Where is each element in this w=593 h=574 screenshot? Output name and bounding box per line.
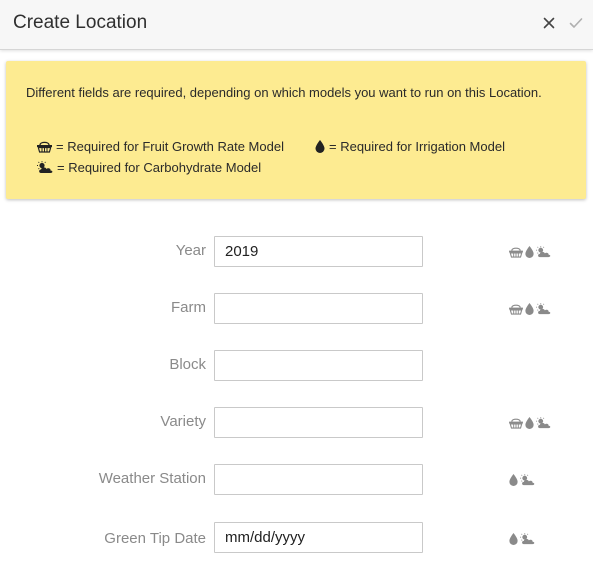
dialog-title: Create Location: [13, 12, 148, 33]
water-drop-icon: [525, 246, 534, 258]
basket-icon: [509, 418, 523, 429]
dialog-header: Create Location: [0, 0, 593, 50]
block-input[interactable]: [214, 350, 423, 381]
year-model-icons: [508, 245, 552, 259]
green-tip-date-model-icons: [508, 532, 536, 546]
water-drop-icon: [525, 417, 534, 429]
basket-icon: [37, 141, 52, 153]
sun-cloud-icon: [536, 246, 551, 258]
water-drop-icon: [315, 140, 325, 153]
requirements-notice: Different fields are required, depending…: [6, 61, 586, 199]
variety-label: Variety: [160, 413, 206, 430]
close-icon: [543, 17, 555, 29]
checkmark-icon: [569, 18, 583, 28]
notice-text: Different fields are required, depending…: [26, 85, 542, 100]
farm-label: Farm: [171, 299, 206, 316]
weather-station-label: Weather Station: [98, 470, 206, 487]
green-tip-date-input[interactable]: [214, 522, 423, 553]
year-input[interactable]: [214, 236, 423, 267]
close-button[interactable]: [540, 13, 558, 33]
sun-cloud-icon: [520, 474, 535, 486]
weather-station-input[interactable]: [214, 464, 423, 495]
water-drop-icon: [509, 474, 518, 486]
green-tip-date-label: Green Tip Date: [104, 530, 206, 547]
sun-cloud-icon: [536, 417, 551, 429]
legend-irrigation: = Required for Irrigation Model: [314, 139, 505, 154]
sun-cloud-icon: [520, 533, 535, 545]
basket-icon: [509, 304, 523, 315]
legend-carbohydrate-label: = Required for Carbohydrate Model: [57, 160, 262, 175]
basket-icon: [509, 247, 523, 258]
legend-fruit-growth: = Required for Fruit Growth Rate Model: [36, 139, 284, 154]
weather-station-model-icons: [508, 473, 536, 487]
farm-input[interactable]: [214, 293, 423, 324]
legend-irrigation-label: = Required for Irrigation Model: [329, 139, 505, 154]
water-drop-icon: [525, 303, 534, 315]
save-button[interactable]: [567, 13, 585, 33]
block-label: Block: [169, 356, 206, 373]
water-drop-icon: [509, 533, 518, 545]
year-label: Year: [175, 242, 206, 259]
farm-model-icons: [508, 302, 552, 316]
sun-cloud-icon: [536, 303, 551, 315]
legend-fruit-growth-label: = Required for Fruit Growth Rate Model: [56, 139, 284, 154]
variety-input[interactable]: [214, 407, 423, 438]
legend-carbohydrate: = Required for Carbohydrate Model: [36, 160, 261, 175]
variety-model-icons: [508, 416, 552, 430]
sun-cloud-icon: [37, 161, 53, 173]
